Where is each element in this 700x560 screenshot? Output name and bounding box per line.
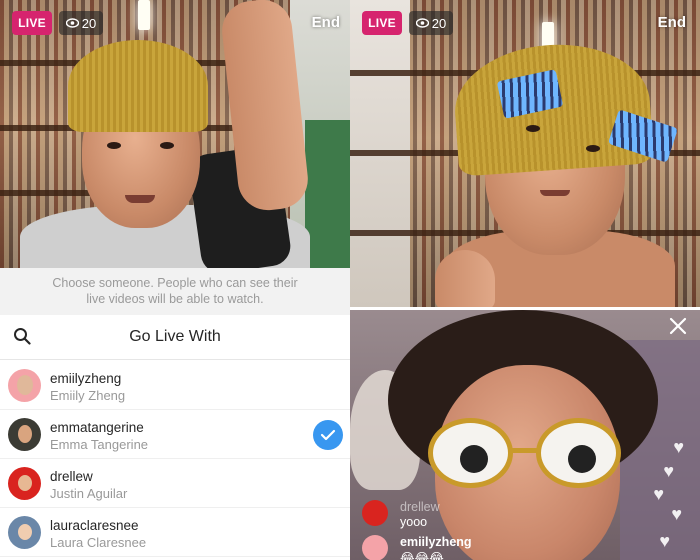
host-camera-feed xyxy=(350,0,700,307)
host-camera-feed xyxy=(0,0,350,268)
live-badge: LIVE xyxy=(12,11,52,35)
live-label: LIVE xyxy=(368,16,396,30)
user-row-lauraclaresnee[interactable]: lauraclaresnee Laura Claresnee xyxy=(0,508,350,557)
avatar xyxy=(8,418,41,451)
avatar xyxy=(362,500,388,526)
avatar xyxy=(8,516,41,549)
avatar xyxy=(362,535,388,560)
selected-check-icon[interactable] xyxy=(313,420,343,450)
viewer-count-badge: 20 xyxy=(409,11,453,35)
full-name: Justin Aguilar xyxy=(50,486,128,501)
full-name: Emma Tangerine xyxy=(50,437,149,452)
comment-text: yooo xyxy=(400,515,428,529)
viewer-count-badge: 20 xyxy=(59,11,103,35)
hint-line-1: Choose someone. People who can see their xyxy=(52,276,298,290)
live-with-guest-screen: LIVE 20 End drellew yooo emiilyzheng 😂😂😂… xyxy=(350,0,700,560)
username: lauraclaresnee xyxy=(50,518,139,533)
avatar xyxy=(8,467,41,500)
choose-guest-hint: Choose someone. People who can see their… xyxy=(0,268,350,315)
heart-icon: ♥ xyxy=(653,484,664,504)
go-live-with-screen: LIVE 20 End Choose someone. People who c… xyxy=(0,0,350,560)
live-badge: LIVE xyxy=(362,11,402,35)
viewer-count: 20 xyxy=(81,15,97,31)
close-icon[interactable] xyxy=(668,316,688,336)
go-live-with-header: Go Live With xyxy=(0,315,350,360)
user-row-emmatangerine[interactable]: emmatangerine Emma Tangerine xyxy=(0,410,350,459)
username: emiilyzheng xyxy=(50,371,122,386)
end-button[interactable]: End xyxy=(658,14,686,31)
user-row-emiilyzheng[interactable]: emiilyzheng Emiily Zheng xyxy=(0,361,350,410)
heart-icon: ♥ xyxy=(671,504,682,524)
hint-line-2: live videos will be able to watch. xyxy=(86,292,264,306)
end-button[interactable]: End xyxy=(312,14,340,31)
sheet-title: Go Live With xyxy=(129,328,221,345)
comment-username: emiilyzheng xyxy=(400,535,472,549)
comment-text: 😂😂😂 xyxy=(400,551,444,560)
heart-icon: ♥ xyxy=(663,461,674,481)
heart-icon: ♥ xyxy=(659,531,670,551)
username: drellew xyxy=(50,469,93,484)
user-row-drellew[interactable]: drellew Justin Aguilar xyxy=(0,459,350,508)
comment-username: drellew xyxy=(400,500,440,514)
eye-icon xyxy=(415,18,429,28)
avatar xyxy=(8,369,41,402)
viewer-count: 20 xyxy=(431,15,447,31)
username: emmatangerine xyxy=(50,420,144,435)
heart-icon: ♥ xyxy=(673,437,684,457)
full-name: Emiily Zheng xyxy=(50,388,126,403)
live-label: LIVE xyxy=(18,16,46,30)
eye-icon xyxy=(65,18,79,28)
full-name: Laura Claresnee xyxy=(50,535,147,550)
